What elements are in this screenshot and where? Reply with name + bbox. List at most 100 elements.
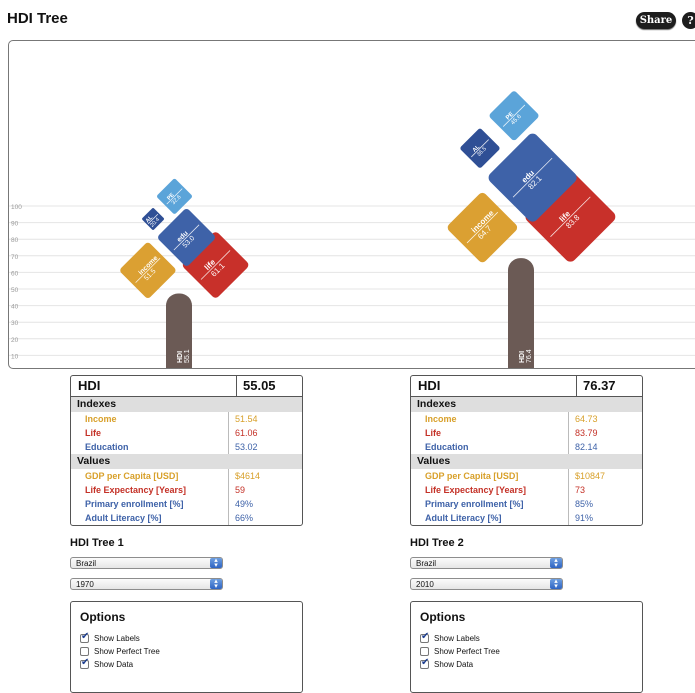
y-tick-label: 30 — [11, 320, 19, 327]
tree-2-country-select[interactable]: Brazil ▴ ▾ — [410, 557, 563, 569]
row-label: Primary enrollment [%] — [71, 497, 229, 511]
options-panel-2: Options Show Labels Show Perfect Tree Sh… — [410, 601, 643, 693]
checkbox[interactable] — [420, 647, 429, 656]
y-tick-label: 40 — [11, 304, 19, 311]
row-value: 85% — [575, 499, 594, 509]
table-row: Life 61.06 — [71, 426, 302, 440]
tree-2-year-select[interactable]: 2010 ▴ ▾ — [410, 578, 563, 590]
row-label: Income — [71, 412, 229, 426]
tree-1-year-select[interactable]: 1970 ▴ ▾ — [70, 578, 223, 590]
tree-2-heading: HDI Tree 2 — [410, 537, 464, 549]
select-arrows-icon: ▴ ▾ — [550, 557, 562, 569]
table-row: Life Expectancy [Years] 59 — [71, 483, 302, 497]
option-show-perfect-tree[interactable]: Show Perfect Tree — [420, 647, 500, 656]
select-arrows-icon: ▴ ▾ — [550, 578, 562, 590]
row-value: 49% — [235, 499, 254, 509]
tree-1-heading: HDI Tree 1 — [70, 537, 124, 549]
row-label: Adult Literacy [%] — [411, 511, 569, 525]
row-value: 51.54 — [235, 414, 258, 424]
select-arrows-icon: ▴ ▾ — [210, 578, 222, 590]
hdi-trunk-label: HDI 76.4 — [519, 349, 533, 363]
options-title: Options — [420, 610, 466, 624]
values-heading: Values — [71, 454, 302, 469]
table-row: GDP per Capita [USD] $4614 — [71, 469, 302, 483]
row-label: GDP per Capita [USD] — [411, 469, 569, 483]
hdi-tree-svg: 100908070605040302010 HDI 55.1income51.5l… — [9, 91, 695, 368]
row-value: 53.02 — [235, 442, 258, 452]
hdi-value: 55.05 — [243, 378, 276, 393]
row-value: 73 — [575, 485, 586, 495]
y-tick-label: 100 — [11, 204, 22, 211]
table-row: Adult Literacy [%] 91% — [411, 511, 642, 525]
hdi-tree-chart: 100 90 80 70 60 50 40 30 20 10 HDI 55.1 income51.5 l… — [8, 40, 695, 369]
table-row: Income 51.54 — [71, 412, 302, 426]
share-button[interactable]: Share — [636, 12, 676, 29]
hdi-table-1: HDI 55.05 Indexes Income 51.54 Life 61.06 Ed… — [70, 375, 303, 526]
table-row: Primary enrollment [%] 49% — [71, 497, 302, 511]
page-title: HDI Tree — [7, 10, 68, 27]
hdi-label: HDI — [411, 376, 577, 396]
row-value: 64.73 — [575, 414, 598, 424]
row-label: Education — [411, 440, 569, 454]
checkbox[interactable] — [80, 631, 89, 643]
row-label: Life — [71, 426, 229, 440]
row-label: Life — [411, 426, 569, 440]
y-tick-label: 10 — [11, 353, 19, 360]
row-label: Adult Literacy [%] — [71, 511, 229, 525]
hdi-label: HDI — [71, 376, 237, 396]
y-tick-label: 90 — [11, 221, 19, 228]
select-arrows-icon: ▴ ▾ — [210, 557, 222, 569]
row-label: Life Expectancy [Years] — [411, 483, 569, 497]
option-label: Show Perfect Tree — [94, 647, 160, 656]
row-value: 83.79 — [575, 428, 598, 438]
tree-1-country-select[interactable]: Brazil ▴ ▾ — [70, 557, 223, 569]
y-tick-label: 60 — [11, 270, 19, 277]
table-row: Education 53.02 — [71, 440, 302, 454]
option-label: Show Perfect Tree — [434, 647, 500, 656]
row-label: Education — [71, 440, 229, 454]
option-label: Show Data — [94, 660, 134, 669]
table-row: Education 82.14 — [411, 440, 642, 454]
checkbox[interactable] — [420, 657, 429, 669]
values-heading: Values — [411, 454, 642, 469]
indexes-heading: Indexes — [411, 397, 642, 412]
selected-year: 2010 — [416, 580, 434, 589]
row-value: 59 — [235, 485, 246, 495]
y-tick-label: 20 — [11, 337, 19, 344]
row-value: 66% — [235, 513, 254, 523]
option-label: Show Labels — [94, 634, 140, 643]
option-label: Show Data — [434, 660, 474, 669]
option-show-labels[interactable]: Show Labels — [80, 631, 140, 643]
options-panel-1: Options Show Labels Show Perfect Tree Sh… — [70, 601, 303, 693]
option-show-data[interactable]: Show Data — [80, 657, 134, 669]
table-row: Income 64.73 — [411, 412, 642, 426]
y-tick-label: 70 — [11, 254, 19, 261]
hdi-table-2: HDI 76.37 Indexes Income 64.73 Life 83.79 Ed… — [410, 375, 643, 526]
checkbox[interactable] — [80, 647, 89, 656]
table-row: Life 83.79 — [411, 426, 642, 440]
options-title: Options — [80, 610, 126, 624]
selected-country: Brazil — [416, 559, 437, 568]
row-label: GDP per Capita [USD] — [71, 469, 229, 483]
option-show-data[interactable]: Show Data — [420, 657, 474, 669]
table-row: Life Expectancy [Years] 73 — [411, 483, 642, 497]
row-value: 61.06 — [235, 428, 258, 438]
row-value: $10847 — [575, 471, 606, 481]
help-icon[interactable]: ? — [682, 12, 695, 29]
row-label: Primary enrollment [%] — [411, 497, 569, 511]
checkbox[interactable] — [80, 657, 89, 669]
option-show-perfect-tree[interactable]: Show Perfect Tree — [80, 647, 160, 656]
indexes-heading: Indexes — [71, 397, 302, 412]
row-label: Life Expectancy [Years] — [71, 483, 229, 497]
table-row: Primary enrollment [%] 85% — [411, 497, 642, 511]
option-label: Show Labels — [434, 634, 480, 643]
row-value: 91% — [575, 513, 594, 523]
option-show-labels[interactable]: Show Labels — [420, 631, 480, 643]
y-tick-label: 50 — [11, 287, 19, 294]
table-row: GDP per Capita [USD] $10847 — [411, 469, 642, 483]
hdi-trunk-label: HDI 55.1 — [177, 349, 191, 363]
selected-country: Brazil — [76, 559, 97, 568]
row-value: 82.14 — [575, 442, 598, 452]
hdi-value: 76.37 — [583, 378, 616, 393]
checkbox[interactable] — [420, 631, 429, 643]
